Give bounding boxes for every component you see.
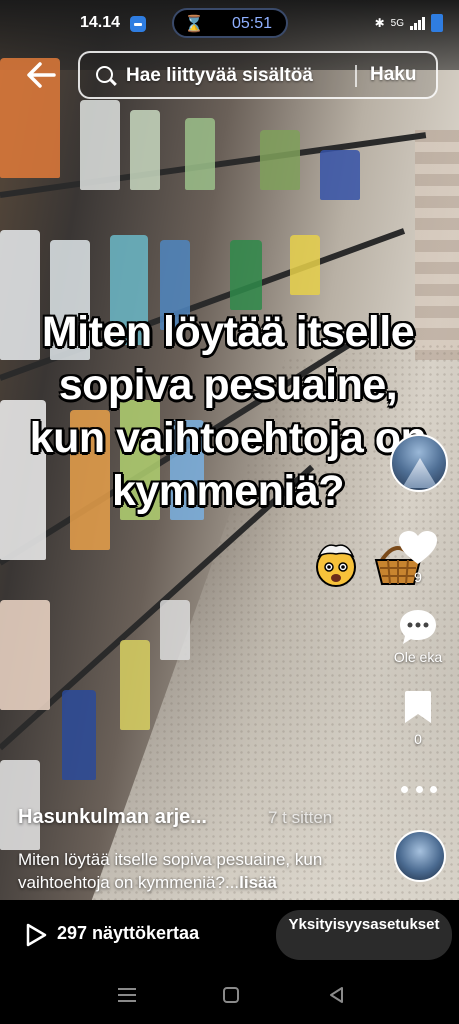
home-icon[interactable] [223, 987, 239, 1003]
status-indicators: ✱ 5G [375, 14, 443, 32]
like-count: 9 [414, 569, 422, 585]
caption-more-link[interactable]: lisää [239, 873, 277, 892]
comment-label: Ole eka [393, 649, 443, 665]
product [260, 130, 300, 190]
nav-back-icon[interactable] [328, 986, 344, 1004]
network-label: 5G [390, 17, 404, 29]
video-headline: Miten löytää itselle sopiva pesuaine, ku… [29, 308, 427, 515]
comment-button[interactable]: Ole eka [390, 608, 446, 665]
search-input[interactable]: Hae liittyvää sisältöä [126, 65, 313, 87]
product [80, 100, 120, 190]
bookmark-icon [405, 691, 431, 723]
post-time: 7 t sitten [268, 808, 333, 827]
hourglass-icon: ⌛ [184, 16, 204, 33]
product [120, 640, 150, 730]
bottom-bar: 297 näyttökertaa Yksityisyysasetukset [0, 900, 459, 972]
comment-icon [400, 610, 436, 644]
more-icon[interactable] [401, 786, 437, 796]
post-caption[interactable]: Miten löytää itselle sopiva pesuaine, ku… [18, 848, 388, 894]
product [0, 600, 50, 710]
like-button[interactable]: 9 [390, 530, 446, 585]
search-button[interactable]: Haku [370, 64, 416, 86]
play-icon [26, 923, 47, 947]
heart-icon [399, 531, 437, 564]
signal-icon [410, 16, 425, 30]
notification-app-icon [130, 16, 146, 32]
sound-disc[interactable] [394, 830, 446, 882]
back-arrow-icon[interactable] [24, 58, 58, 92]
product [0, 760, 40, 850]
author-name[interactable]: Hasunkulman arje... [18, 806, 207, 829]
bluetooth-icon: ✱ [374, 16, 385, 30]
product [62, 690, 96, 780]
search-bar[interactable]: Hae liittyvää sisältöä Haku [78, 51, 438, 99]
search-icon [96, 66, 113, 83]
privacy-settings-button[interactable]: Yksityisyysasetukset [276, 910, 452, 960]
product [320, 150, 360, 200]
product [130, 110, 160, 190]
system-nav-bar [0, 972, 459, 1024]
timer-pill[interactable]: ⌛ 05:51 [172, 8, 288, 38]
creator-avatar[interactable] [390, 434, 448, 492]
timer-text: 05:51 [232, 15, 273, 32]
battery-icon [431, 14, 443, 32]
save-button[interactable]: 0 [390, 690, 446, 747]
status-bar: 14.14 ⌛ 05:51 ✱ 5G [0, 0, 459, 48]
product [290, 235, 320, 295]
view-count: 297 näyttökertaa [57, 923, 200, 943]
recent-apps-icon[interactable] [118, 988, 136, 1002]
product [160, 600, 190, 660]
product [185, 118, 215, 190]
save-count: 0 [414, 731, 422, 747]
product [230, 240, 262, 310]
search-divider [355, 65, 357, 87]
status-time: 14.14 [80, 14, 121, 31]
exploding-head-emoji-icon [316, 544, 356, 587]
